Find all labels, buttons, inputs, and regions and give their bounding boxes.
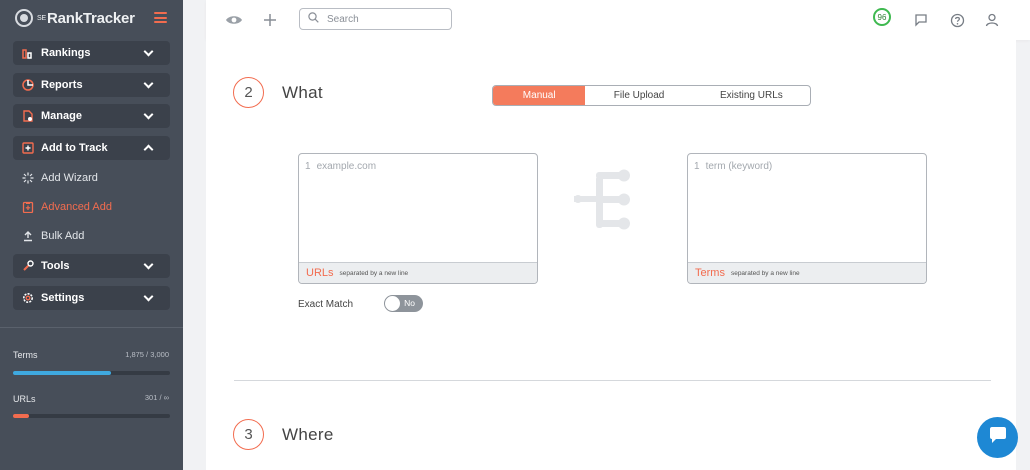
search-box[interactable] bbox=[299, 8, 452, 30]
add-to-track-icon bbox=[21, 141, 35, 155]
terms-placeholder: term (keyword) bbox=[705, 161, 773, 172]
nav-add-to-track[interactable]: Add to Track bbox=[13, 136, 170, 160]
urls-textarea-footer: URLs separated by a new line bbox=[299, 262, 537, 283]
line-number: 1 bbox=[694, 161, 700, 172]
search-input[interactable] bbox=[327, 13, 437, 25]
chevron-down-icon bbox=[143, 78, 154, 89]
site-score-badge[interactable]: 96 bbox=[873, 8, 891, 26]
sidebar-item-bulk-add[interactable]: Bulk Add bbox=[21, 229, 84, 242]
terms-textarea-footer: Terms separated by a new line bbox=[688, 262, 926, 283]
rankings-icon bbox=[21, 46, 35, 60]
sidebar: SERankTracker Rankings Reports Manage Ad… bbox=[0, 0, 183, 470]
step-3-title: Where bbox=[282, 425, 334, 444]
toggle-knob bbox=[385, 296, 400, 311]
terms-label: Terms bbox=[695, 267, 725, 279]
chevron-down-icon bbox=[143, 291, 154, 302]
exact-match-toggle[interactable]: No bbox=[384, 295, 423, 312]
brand-prefix: SE bbox=[37, 15, 46, 23]
sidebar-item-add-wizard[interactable]: Add Wizard bbox=[21, 171, 98, 184]
nav-settings-label: Settings bbox=[41, 292, 85, 304]
urls-usage-bar bbox=[13, 414, 170, 418]
chat-icon bbox=[988, 426, 1008, 449]
terms-textarea[interactable]: 1 term (keyword) Terms separated by a ne… bbox=[687, 153, 927, 284]
urls-placeholder: example.com bbox=[316, 161, 377, 172]
step-2-badge: 2 bbox=[233, 77, 264, 108]
sidebar-item-advanced-add-label: Advanced Add bbox=[41, 200, 112, 213]
exact-match-label: Exact Match bbox=[298, 299, 354, 310]
sidebar-item-bulk-add-label: Bulk Add bbox=[41, 229, 85, 242]
sidebar-item-add-wizard-label: Add Wizard bbox=[41, 171, 98, 184]
eye-icon[interactable] bbox=[224, 10, 244, 30]
nav-rankings-label: Rankings bbox=[41, 47, 91, 59]
urls-usage-fill bbox=[13, 414, 29, 418]
chevron-down-icon bbox=[143, 109, 154, 120]
nav-manage[interactable]: Manage bbox=[13, 104, 170, 128]
section-divider bbox=[234, 380, 991, 381]
nav-rankings[interactable]: Rankings bbox=[13, 41, 170, 65]
urls-usage-label: URLs bbox=[13, 394, 36, 404]
nav-settings[interactable]: Settings bbox=[13, 286, 170, 310]
toggle-state: No bbox=[404, 298, 415, 308]
input-mode-tabs: Manual File Upload Existing URLs bbox=[492, 85, 811, 106]
nav-reports[interactable]: Reports bbox=[13, 73, 170, 97]
main-panel: 2 What Manual File Upload Existing URLs … bbox=[206, 40, 1016, 470]
chevron-up-icon bbox=[143, 144, 154, 155]
line-number: 1 bbox=[305, 161, 311, 172]
bulk-add-icon bbox=[21, 229, 34, 242]
urls-hint: separated by a new line bbox=[339, 269, 409, 277]
chat-button[interactable] bbox=[977, 417, 1018, 458]
plus-icon[interactable] bbox=[260, 10, 280, 30]
user-icon[interactable] bbox=[982, 10, 1002, 30]
tab-file-upload[interactable]: File Upload bbox=[585, 86, 692, 105]
terms-usage-bar bbox=[13, 371, 170, 375]
help-icon[interactable] bbox=[947, 10, 967, 30]
logo-icon bbox=[15, 9, 33, 27]
top-bar: 96 bbox=[206, 0, 1030, 40]
terms-hint: separated by a new line bbox=[730, 269, 800, 277]
chevron-down-icon bbox=[143, 259, 154, 270]
gear-icon bbox=[21, 291, 35, 305]
nav-tools-label: Tools bbox=[41, 260, 70, 272]
urls-label: URLs bbox=[306, 267, 334, 279]
step-2-title: What bbox=[282, 83, 323, 102]
terms-usage-fill bbox=[13, 371, 112, 375]
reports-icon bbox=[21, 78, 35, 92]
urls-textarea[interactable]: 1 example.com URLs separated by a new li… bbox=[298, 153, 538, 284]
nav-reports-label: Reports bbox=[41, 79, 83, 91]
nav-add-to-track-label: Add to Track bbox=[41, 142, 108, 154]
hamburger-menu-icon[interactable] bbox=[154, 12, 167, 23]
logo[interactable]: SERankTracker bbox=[15, 9, 135, 27]
tools-icon bbox=[21, 259, 35, 273]
tab-existing-urls[interactable]: Existing URLs bbox=[693, 86, 810, 105]
terms-usage-value: 1,875 / 3,000 bbox=[125, 350, 169, 359]
tab-manual[interactable]: Manual bbox=[493, 86, 586, 105]
manage-icon bbox=[21, 109, 35, 123]
sidebar-divider bbox=[0, 327, 183, 328]
nav-manage-label: Manage bbox=[41, 110, 82, 122]
wizard-icon bbox=[21, 171, 34, 184]
chevron-down-icon bbox=[143, 46, 154, 57]
search-icon bbox=[308, 10, 319, 28]
nav-tools[interactable]: Tools bbox=[13, 254, 170, 278]
terms-usage-label: Terms bbox=[13, 350, 38, 360]
sidebar-item-advanced-add[interactable]: Advanced Add bbox=[21, 200, 112, 213]
step-3-badge: 3 bbox=[233, 419, 264, 450]
advanced-add-icon bbox=[21, 200, 34, 213]
mapping-icon bbox=[574, 168, 634, 237]
urls-usage-value: 301 / ∞ bbox=[144, 393, 169, 402]
feedback-icon[interactable] bbox=[911, 10, 931, 30]
brand-name: RankTracker bbox=[46, 9, 135, 27]
